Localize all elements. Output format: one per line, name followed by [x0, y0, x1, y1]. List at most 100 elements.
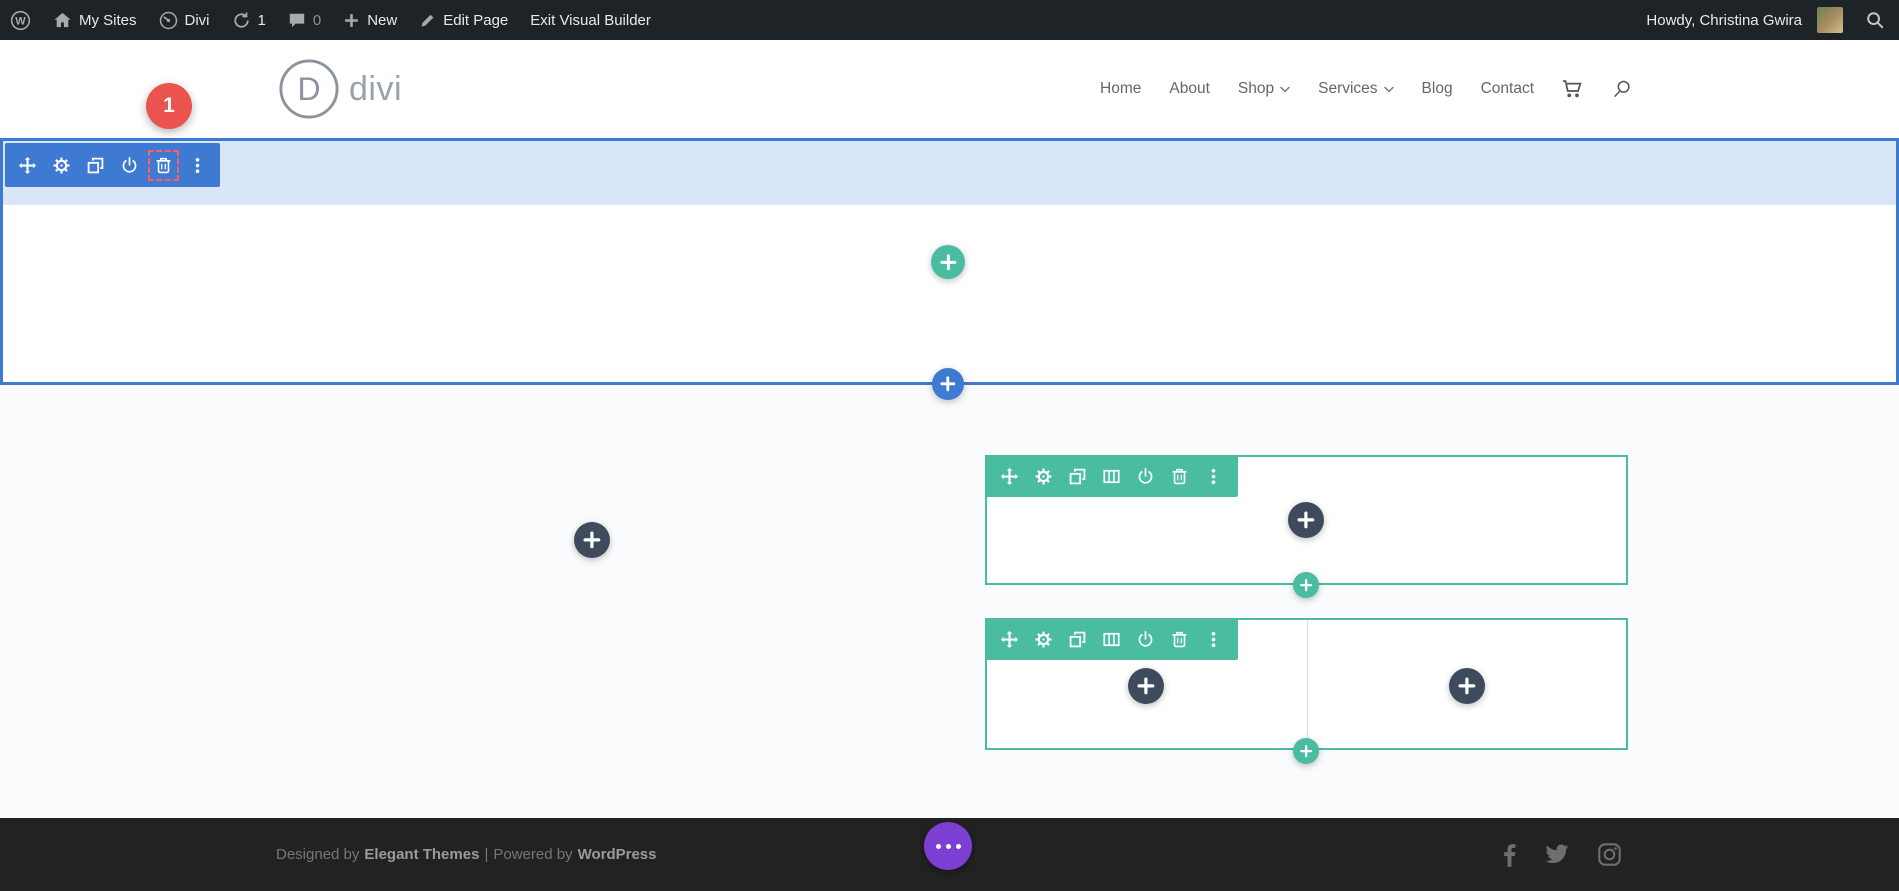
plus-icon [343, 12, 360, 29]
settings-icon[interactable] [1035, 631, 1052, 648]
trash-icon[interactable] [1171, 468, 1188, 485]
site-header: D divi Home About Shop Services Blog Con… [0, 40, 1899, 138]
settings-icon[interactable] [1035, 468, 1052, 485]
instagram-icon[interactable] [1597, 842, 1622, 867]
wp-admin-bar: W My Sites Divi 1 0 New Edit Page Exit V… [0, 0, 1899, 40]
separator: | [484, 846, 489, 863]
pencil-icon [419, 12, 436, 29]
comments-count: 0 [312, 11, 322, 29]
update-refresh-icon [232, 11, 251, 30]
save-icon[interactable] [121, 156, 138, 174]
add-section-button[interactable] [932, 368, 964, 400]
add-row-button[interactable] [1293, 572, 1319, 598]
options-icon[interactable] [1205, 631, 1222, 648]
powered-by-label: Powered by [493, 846, 573, 863]
duplicate-icon[interactable] [87, 157, 104, 174]
plus-icon [940, 376, 956, 392]
chevron-down-icon [1280, 86, 1290, 93]
options-icon[interactable] [1205, 468, 1222, 485]
facebook-icon[interactable] [1503, 843, 1516, 867]
step-annotation-badge: 1 [146, 83, 192, 129]
updates-menu[interactable]: 1 [232, 11, 266, 30]
plus-icon [1299, 744, 1313, 758]
divi-gauge-icon [159, 11, 178, 30]
section-toolbar [5, 143, 220, 187]
plus-icon [1137, 677, 1155, 695]
divi-logo-icon: D [279, 59, 339, 119]
duplicate-icon[interactable] [1069, 631, 1086, 648]
site-logo[interactable]: D divi [278, 58, 402, 120]
nav-item-about[interactable]: About [1169, 80, 1210, 98]
designed-by-label: Designed by [276, 846, 360, 863]
nav-item-shop[interactable]: Shop [1238, 80, 1290, 98]
columns-icon[interactable] [1103, 468, 1120, 485]
twitter-icon[interactable] [1544, 844, 1569, 865]
row-2-toolbar [985, 618, 1238, 660]
svg-text:D: D [297, 71, 320, 107]
footer-social [1503, 818, 1622, 891]
divi-site-menu[interactable]: Divi [159, 11, 210, 30]
ellipsis-icon [935, 843, 941, 849]
avatar [1817, 7, 1843, 33]
logo-text: divi [349, 69, 403, 108]
move-icon[interactable] [1001, 630, 1018, 648]
home-icon [53, 11, 72, 30]
divi-label: Divi [184, 11, 210, 29]
trash-icon[interactable] [148, 149, 179, 181]
add-module-button[interactable] [1449, 668, 1485, 704]
admin-search-icon[interactable] [1865, 10, 1885, 30]
nav-item-blog[interactable]: Blog [1422, 80, 1453, 98]
plus-icon [1297, 511, 1315, 529]
main-nav: Home About Shop Services Blog Contact [1100, 40, 1632, 138]
nav-item-contact[interactable]: Contact [1481, 80, 1534, 98]
exit-visual-builder-button[interactable]: Exit Visual Builder [530, 12, 651, 29]
divi-visual-builder-screen: W My Sites Divi 1 0 New Edit Page Exit V… [0, 0, 1899, 891]
add-module-button[interactable] [1128, 668, 1164, 704]
wordpress-logo-icon[interactable]: W [10, 10, 31, 31]
settings-icon[interactable] [53, 157, 70, 174]
elegant-themes-link[interactable]: Elegant Themes [364, 846, 479, 863]
add-row-button[interactable] [931, 245, 965, 279]
plus-icon [583, 531, 601, 549]
comment-bubble-icon [288, 11, 306, 29]
row-1-toolbar [985, 455, 1238, 497]
move-icon[interactable] [1001, 467, 1018, 485]
svg-text:W: W [15, 15, 26, 27]
new-content-menu[interactable]: New [343, 12, 397, 29]
edit-page-label: Edit Page [443, 11, 509, 29]
plus-icon [1299, 578, 1313, 592]
trash-icon[interactable] [1171, 631, 1188, 648]
section-hover-band [3, 141, 1896, 205]
save-icon[interactable] [1137, 630, 1154, 648]
updates-count: 1 [257, 11, 266, 29]
nav-item-services[interactable]: Services [1318, 80, 1394, 98]
options-icon[interactable] [189, 157, 206, 174]
columns-icon[interactable] [1103, 631, 1120, 648]
cart-icon[interactable] [1562, 79, 1584, 99]
add-module-button[interactable] [1288, 502, 1324, 538]
site-footer: Designed by Elegant Themes | Powered by … [0, 818, 1899, 891]
plus-icon [940, 254, 956, 270]
comments-menu[interactable]: 0 [288, 11, 321, 29]
my-sites-menu[interactable]: My Sites [53, 11, 137, 30]
column-divider [1306, 620, 1308, 748]
page-background [0, 385, 1899, 818]
footer-credits: Designed by Elegant Themes | Powered by … [276, 818, 661, 891]
nav-item-home[interactable]: Home [1100, 80, 1141, 98]
save-icon[interactable] [1137, 467, 1154, 485]
add-row-button[interactable] [1293, 738, 1319, 764]
move-icon[interactable] [19, 156, 36, 174]
howdy-label: Howdy, Christina Gwira [1646, 11, 1802, 29]
add-module-button[interactable] [574, 522, 610, 558]
plus-icon [1458, 677, 1476, 695]
new-label: New [367, 11, 398, 29]
page-settings-button[interactable] [924, 822, 972, 870]
wordpress-link[interactable]: WordPress [578, 846, 657, 863]
edit-page-menu[interactable]: Edit Page [419, 12, 508, 29]
howdy-account-menu[interactable]: Howdy, Christina Gwira [1646, 7, 1843, 33]
search-icon[interactable] [1612, 79, 1632, 99]
exit-visual-builder-label: Exit Visual Builder [530, 11, 651, 29]
chevron-down-icon [1383, 86, 1394, 93]
duplicate-icon[interactable] [1069, 468, 1086, 485]
my-sites-label: My Sites [79, 11, 137, 29]
